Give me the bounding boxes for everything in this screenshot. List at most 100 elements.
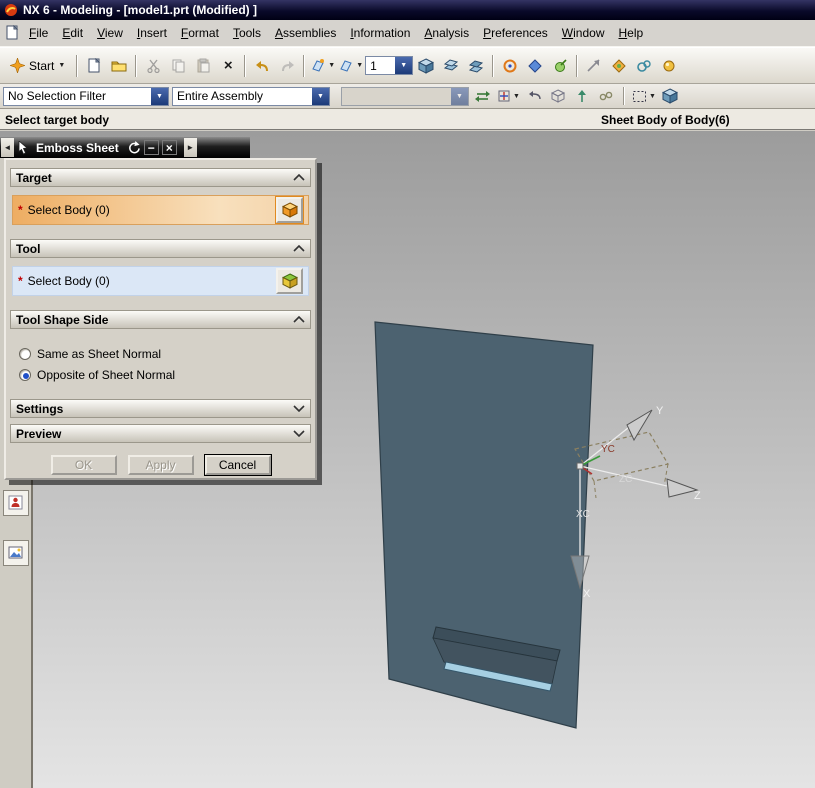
snap-end-button[interactable] (582, 54, 606, 78)
dialog-rail: ◄ Emboss Sheet − × ► (0, 137, 250, 158)
cut-button[interactable] (141, 54, 165, 78)
target-select-body-button[interactable] (275, 196, 304, 224)
chevron-down-icon[interactable] (293, 405, 305, 412)
chevron-down-icon: ▼ (328, 62, 336, 69)
marquee-select-button[interactable]: ▼ (631, 86, 657, 106)
settings-group-header[interactable]: Settings (10, 399, 311, 418)
radio-unselected-icon[interactable] (19, 347, 31, 360)
selection-filter-combo[interactable]: No Selection Filter ▼ (3, 86, 169, 106)
combo-dropdown-icon[interactable]: ▼ (395, 57, 413, 74)
menu-assemblies[interactable]: Assemblies (268, 22, 343, 44)
selection-scope-combo[interactable]: Entire Assembly ▼ (172, 86, 330, 106)
open-file-button[interactable] (107, 54, 131, 78)
dialog-forward-button[interactable]: ► (183, 138, 197, 157)
menu-help[interactable]: Help (611, 22, 650, 44)
start-button[interactable]: Start ▼ (3, 52, 72, 79)
tool-group-header[interactable]: Tool (10, 239, 311, 258)
zc-label: ZC (619, 474, 632, 485)
menu-edit[interactable]: Edit (55, 22, 90, 44)
view-scale-combo[interactable]: 1 ▼ (365, 56, 414, 75)
shaded-view-button[interactable] (414, 54, 438, 78)
menu-information[interactable]: Information (343, 22, 417, 44)
layer-view-button[interactable] (439, 54, 463, 78)
raise-priority-button[interactable] (572, 86, 593, 106)
minimize-icon: − (147, 140, 155, 155)
section-view-button[interactable] (464, 54, 488, 78)
separator (622, 87, 625, 105)
document-icon (6, 25, 18, 40)
tool-select-row[interactable]: * Select Body (0) (12, 266, 309, 296)
roles-button[interactable] (2, 490, 29, 516)
back-selection-button[interactable] (524, 86, 545, 106)
radio-selected-icon[interactable] (19, 368, 31, 381)
snap-center-button[interactable] (632, 54, 656, 78)
target-select-row[interactable]: * Select Body (0) (12, 195, 309, 225)
dialog-back-button[interactable]: ◄ (1, 138, 14, 157)
combo-dropdown-icon[interactable]: ▼ (151, 87, 168, 105)
window-titlebar: NX 6 - Modeling - [model1.prt (Modified)… (0, 0, 815, 20)
vector-dialog-button[interactable] (548, 54, 572, 78)
standard-toolbar: Start ▼ × ▼ ▼ 1 ▼ (0, 47, 815, 84)
cancel-button[interactable]: Cancel (204, 455, 271, 475)
dialog-close-button[interactable]: × (161, 140, 177, 155)
interpart-link-button[interactable] (596, 86, 617, 106)
chevron-down-icon: ▼ (356, 62, 364, 69)
menu-analysis[interactable]: Analysis (417, 22, 476, 44)
hidden-edges-button[interactable] (548, 86, 569, 106)
delete-x-icon: × (223, 57, 233, 74)
apply-button[interactable]: Apply (127, 455, 194, 475)
combo-dropdown-icon[interactable]: ▼ (451, 87, 468, 105)
radio-opposite-of-sheet-normal[interactable]: Opposite of Sheet Normal (19, 364, 302, 385)
visualization-button[interactable] (2, 540, 29, 566)
chevron-down-icon: ▼ (58, 62, 66, 69)
delete-button[interactable]: × (216, 54, 240, 78)
origin-handle[interactable] (576, 462, 584, 470)
ok-button[interactable]: OK (50, 455, 117, 475)
menu-file[interactable]: File (22, 22, 55, 44)
menu-window[interactable]: Window (555, 22, 612, 44)
sketch-button[interactable]: ▼ (309, 54, 336, 78)
preview-group-header[interactable]: Preview (10, 424, 311, 443)
chevron-up-icon[interactable] (293, 245, 305, 252)
snap-mid-button[interactable] (607, 54, 631, 78)
solid-select-button[interactable] (660, 86, 681, 106)
x-axis-label: X (583, 588, 591, 600)
combo-dropdown-icon[interactable]: ▼ (312, 87, 329, 105)
select-cursor-icon (18, 140, 28, 154)
redo-button[interactable] (275, 54, 299, 78)
chevron-down-icon: ▼ (648, 92, 656, 100)
dialog-reset-button[interactable] (126, 140, 141, 155)
snap-options-button[interactable]: ▼ (496, 86, 521, 106)
separator (576, 54, 579, 77)
snap-intersection-button[interactable] (657, 54, 681, 78)
copy-button[interactable] (166, 54, 190, 78)
dialog-minimize-button[interactable]: − (143, 140, 159, 155)
chevron-up-icon[interactable] (293, 316, 305, 323)
datum-plane-button[interactable]: ▼ (337, 54, 364, 78)
prompt-message: Select target body (5, 113, 110, 127)
radio-same-as-sheet-normal[interactable]: Same as Sheet Normal (19, 343, 302, 364)
menu-insert[interactable]: Insert (130, 22, 174, 44)
menu-view[interactable]: View (90, 22, 130, 44)
paste-button[interactable] (191, 54, 215, 78)
menu-format[interactable]: Format (174, 22, 226, 44)
tool-select-body-button[interactable] (276, 268, 303, 294)
chevron-up-icon[interactable] (293, 174, 305, 181)
point-dialog-button[interactable] (523, 54, 547, 78)
new-file-button[interactable] (82, 54, 106, 78)
selection-filter-value: No Selection Filter (8, 89, 107, 103)
menu-preferences[interactable]: Preferences (476, 22, 555, 44)
menu-tools[interactable]: Tools (226, 22, 268, 44)
image-icon (8, 546, 22, 559)
chevron-down-icon[interactable] (293, 430, 305, 437)
menu-bar: File Edit View Insert Format Tools Assem… (0, 20, 815, 47)
refresh-selection-button[interactable] (472, 86, 493, 106)
undo-button[interactable] (250, 54, 274, 78)
snap-point-button[interactable] (498, 54, 522, 78)
orange-cube-icon (282, 202, 297, 218)
target-group-header[interactable]: Target (10, 168, 311, 187)
tool-shape-side-options: Same as Sheet Normal Opposite of Sheet N… (10, 329, 311, 397)
tool-group-label: Tool (16, 241, 41, 256)
secondary-filter-combo[interactable]: ▼ (341, 86, 469, 106)
tool-shape-side-header[interactable]: Tool Shape Side (10, 310, 311, 329)
